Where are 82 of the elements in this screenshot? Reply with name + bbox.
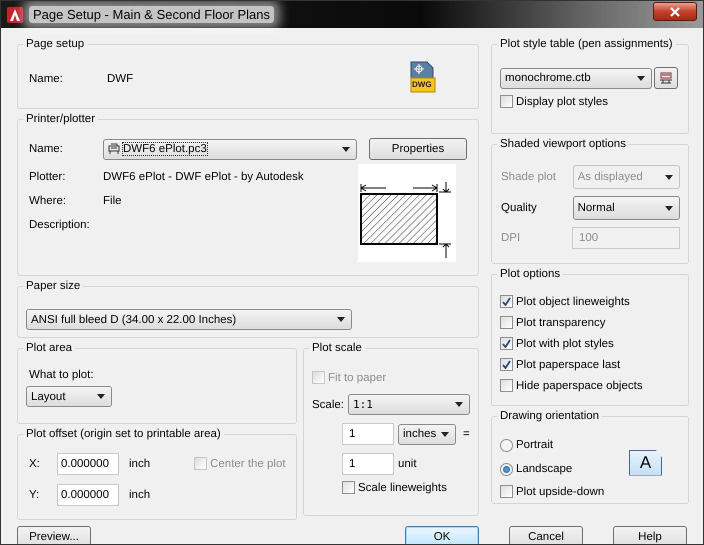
checkbox-label: Display plot styles — [516, 96, 608, 108]
group-title: Paper size — [23, 279, 84, 293]
unit-label: unit — [398, 458, 417, 470]
checkbox-label: Plot with plot styles — [516, 338, 614, 350]
offset-input[interactable]: 0.000000 — [57, 484, 119, 506]
radio-button[interactable] — [500, 438, 513, 452]
app-logo-icon — [7, 6, 23, 22]
field-value: DWF — [107, 73, 134, 85]
checkbox[interactable] — [342, 481, 355, 494]
field-label: What to plot: — [29, 369, 94, 381]
field-label: Shade plot — [500, 171, 557, 183]
group-title: Page setup — [23, 37, 88, 51]
checkbox-label: Fit to paper — [328, 372, 386, 384]
group-title: Printer/plotter — [23, 112, 98, 126]
unit-amount-input[interactable]: 1 — [342, 453, 394, 475]
checkbox-label: Center the plot — [210, 458, 286, 470]
group-title: Shaded viewport options — [497, 137, 629, 151]
checkbox[interactable] — [500, 379, 513, 392]
field-label: Where: — [29, 194, 68, 206]
field-label: Quality — [500, 202, 538, 214]
checkbox[interactable] — [500, 316, 513, 329]
field-label: Name: — [29, 73, 64, 85]
checkbox-label: Hide paperspace objects — [516, 380, 643, 392]
caret-icon — [441, 432, 449, 436]
dialog-button[interactable]: Help — [613, 526, 687, 544]
field-label: Plotter: — [29, 170, 66, 182]
what-to-plot-dropdown[interactable]: Layout — [26, 386, 112, 407]
field-label: DPI — [500, 232, 522, 244]
dialog-button[interactable]: Cancel — [509, 526, 583, 544]
checkbox[interactable] — [500, 358, 513, 371]
paper-size-dropdown[interactable]: ANSI full bleed D (34.00 x 22.00 Inches) — [26, 309, 352, 330]
properties-button[interactable]: Properties — [369, 138, 467, 160]
dialog-button[interactable]: OK — [405, 526, 479, 544]
checkbox-label: Plot paperspace last — [516, 358, 620, 370]
field-value: DWF6 ePlot - DWF ePlot - by Autodesk — [103, 170, 304, 182]
close-icon — [670, 6, 680, 16]
field-label: Name: — [29, 143, 64, 155]
group-title: Drawing orientation — [497, 409, 602, 423]
group-title: Plot style table (pen assignments) — [497, 37, 676, 51]
file-type-label: DWG — [412, 80, 432, 89]
units-dropdown[interactable]: inches — [398, 424, 456, 444]
window-title: Page Setup - Main & Second Floor Plans — [29, 6, 274, 23]
radio-label: Portrait — [516, 439, 554, 451]
caret-icon — [637, 76, 645, 80]
printer-dropdown[interactable]: DWF6 ePlot.pc3 — [103, 138, 357, 160]
caret-icon — [342, 146, 350, 152]
checkbox[interactable] — [500, 295, 513, 308]
orientation-letter: A — [640, 452, 652, 472]
group-title: Plot offset (origin set to printable area) — [23, 427, 224, 441]
checkbox-label: Scale lineweights — [358, 482, 447, 494]
checkbox-label: Plot transparency — [516, 316, 606, 328]
equals-sign: = — [463, 428, 470, 440]
field-label: Description: — [29, 218, 91, 230]
group-title: Plot options — [497, 267, 564, 281]
offset-input[interactable]: 0.000000 — [57, 453, 119, 475]
plotter-icon — [659, 71, 673, 85]
scale-amount-input[interactable]: 1 — [342, 423, 394, 445]
edit-plot-style-button[interactable] — [654, 67, 678, 89]
plotter-icon — [108, 143, 120, 155]
caret-icon — [665, 174, 673, 180]
field-label: Scale: — [312, 398, 344, 410]
radio-button[interactable] — [500, 462, 513, 476]
checkbox[interactable] — [500, 337, 513, 350]
preview-button[interactable]: Preview... — [17, 526, 91, 544]
field-label: X: — [28, 458, 41, 470]
unit-label: inch — [129, 489, 150, 501]
checkbox[interactable] — [500, 95, 513, 108]
caret-icon — [337, 317, 345, 322]
field-value: File — [103, 194, 122, 206]
close-button[interactable] — [653, 2, 697, 21]
scale-dropdown[interactable]: 1:1 — [348, 394, 470, 415]
checkbox[interactable] — [500, 485, 513, 498]
caret-icon — [97, 394, 105, 399]
checkbox-label: Plot upside-down — [516, 486, 604, 498]
radio-label: Landscape — [516, 463, 572, 475]
caret-icon — [455, 402, 463, 407]
unit-label: inch — [129, 458, 150, 470]
field-label: Y: — [28, 489, 40, 501]
caret-icon — [665, 206, 673, 210]
plot-style-dropdown[interactable]: monochrome.ctb — [500, 68, 652, 88]
checkbox-label: Plot object lineweights — [516, 296, 630, 308]
dropdown[interactable]: Normal — [572, 196, 680, 220]
